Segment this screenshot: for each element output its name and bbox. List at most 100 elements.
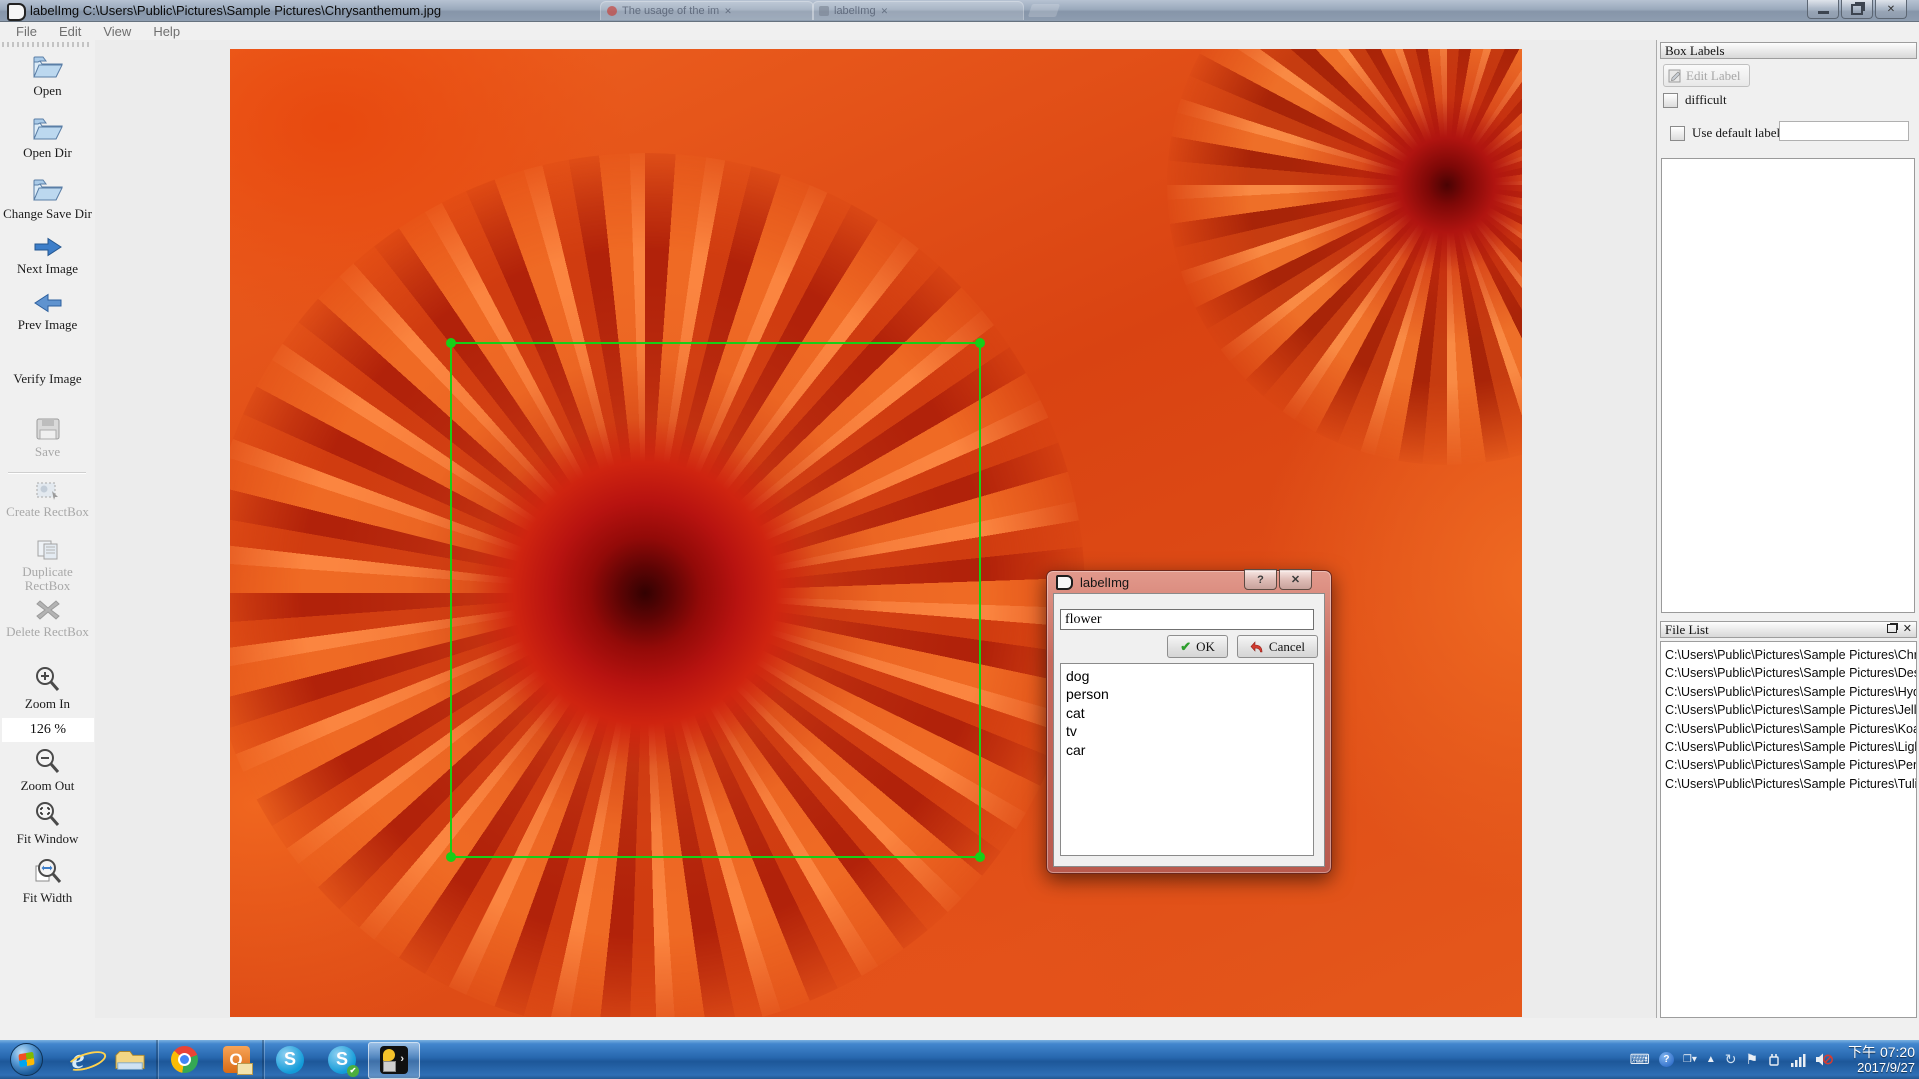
create-rectbox-icon	[0, 481, 95, 501]
chrome-button[interactable]	[158, 1040, 210, 1079]
file-list-item[interactable]: C:\Users\Public\Pictures\Sample Pictures…	[1661, 720, 1916, 738]
clock-date: 2017/9/27	[1848, 1060, 1915, 1076]
panel-float-icon[interactable]	[1887, 624, 1897, 636]
open-button[interactable]: Open	[0, 53, 95, 98]
dialog-close-button[interactable]: ✕	[1279, 569, 1312, 590]
cancel-button[interactable]: Cancel	[1237, 635, 1318, 658]
close-button[interactable]: ✕	[1875, 0, 1907, 19]
skype-online-button[interactable]: S✔	[316, 1040, 368, 1079]
tool-label: Change Save Dir	[0, 207, 95, 221]
ok-button[interactable]: ✔ OK	[1167, 635, 1228, 658]
flower-top-right	[1167, 49, 1522, 465]
restore-icon	[1851, 4, 1863, 15]
file-list-item[interactable]: C:\Users\Public\Pictures\Sample Pictures…	[1661, 646, 1916, 664]
sync-tray-icon[interactable]: ↻	[1725, 1051, 1737, 1068]
verify-image-button[interactable]: Verify Image	[0, 372, 95, 386]
power-plug-icon[interactable]	[1767, 1052, 1781, 1067]
help-tray-icon[interactable]: ?	[1659, 1052, 1674, 1067]
network-signal-icon[interactable]	[1790, 1053, 1806, 1067]
create-rectbox-button[interactable]: Create RectBox	[0, 481, 95, 519]
file-list-item[interactable]: C:\Users\Public\Pictures\Sample Pictures…	[1661, 683, 1916, 701]
keyboard-tray-icon[interactable]: ⌨	[1630, 1051, 1650, 1068]
box-labels-list[interactable]	[1661, 158, 1915, 613]
zoom-out-icon	[0, 748, 95, 775]
next-image-button[interactable]: Next Image	[0, 236, 95, 276]
start-button[interactable]	[0, 1040, 52, 1079]
taskbar: e O S S✔ ›	[0, 1040, 1919, 1079]
fit-width-button[interactable]: Fit Width	[0, 858, 95, 905]
file-list-item[interactable]: C:\Users\Public\Pictures\Sample Pictures…	[1661, 701, 1916, 719]
tab-close-icon[interactable]: ✕	[881, 6, 889, 17]
panel-close-icon[interactable]: ✕	[1903, 624, 1912, 636]
duplicate-icon	[0, 539, 95, 561]
difficult-checkbox[interactable]	[1663, 93, 1678, 108]
labelimg-taskbar-button[interactable]: ›	[368, 1042, 420, 1079]
box-labels-title: Box Labels	[1665, 43, 1725, 59]
restore-button[interactable]	[1841, 0, 1873, 19]
menu-file[interactable]: File	[6, 24, 47, 39]
label-option[interactable]: car	[1066, 741, 1313, 759]
bbox-handle-bottom-left[interactable]	[446, 852, 456, 862]
fit-window-icon	[0, 801, 95, 828]
save-button[interactable]: Save	[0, 417, 95, 459]
volume-muted-icon[interactable]	[1815, 1052, 1833, 1067]
box-labels-panel-header[interactable]: Box Labels	[1660, 42, 1917, 59]
label-option[interactable]: tv	[1066, 722, 1313, 740]
default-label-input[interactable]	[1779, 121, 1909, 141]
outlook-button[interactable]: O	[210, 1040, 262, 1079]
action-center-flag-icon[interactable]: ⚑	[1746, 1051, 1759, 1068]
zoom-in-button[interactable]: Zoom In	[0, 666, 95, 711]
open-dir-button[interactable]: Open Dir	[0, 115, 95, 160]
windows-explorer-button[interactable]	[104, 1040, 156, 1079]
show-hidden-icons-button[interactable]: ▲	[1706, 1054, 1716, 1065]
bbox-handle-top-left[interactable]	[446, 338, 456, 348]
tool-label: Prev Image	[0, 318, 95, 332]
edit-label-text: Edit Label	[1686, 68, 1741, 84]
label-option[interactable]: cat	[1066, 704, 1313, 722]
bbox-handle-bottom-right[interactable]	[975, 852, 985, 862]
label-name-input[interactable]	[1060, 609, 1314, 630]
menu-view[interactable]: View	[93, 24, 141, 39]
prev-image-button[interactable]: Prev Image	[0, 292, 95, 332]
annotation-bounding-box[interactable]	[450, 342, 981, 858]
skype-button[interactable]: S	[264, 1040, 316, 1079]
taskbar-clock[interactable]: 下午 07:20 2017/9/27	[1848, 1044, 1915, 1076]
windows-orb-icon	[10, 1043, 43, 1076]
use-default-label-checkbox[interactable]	[1670, 126, 1685, 141]
change-save-dir-button[interactable]: Change Save Dir	[0, 176, 95, 221]
file-list-item[interactable]: C:\Users\Public\Pictures\Sample Pictures…	[1661, 738, 1916, 756]
edit-label-button[interactable]: Edit Label	[1663, 64, 1750, 87]
file-list-item[interactable]: C:\Users\Public\Pictures\Sample Pictures…	[1661, 756, 1916, 774]
file-list-panel-header[interactable]: File List ✕	[1660, 621, 1917, 638]
tab-close-icon[interactable]: ✕	[724, 6, 732, 17]
file-list-item[interactable]: C:\Users\Public\Pictures\Sample Pictures…	[1661, 664, 1916, 682]
menu-help[interactable]: Help	[143, 24, 190, 39]
internet-explorer-button[interactable]: e	[52, 1040, 104, 1079]
tab-label: The usage of the im	[622, 5, 719, 17]
restore-window-tray-icon[interactable]: ❒▾	[1683, 1054, 1697, 1065]
outlook-icon: O	[223, 1046, 250, 1073]
ok-label: OK	[1196, 639, 1215, 655]
dialog-title: labelImg	[1080, 575, 1129, 590]
delete-rectbox-button[interactable]: Delete RectBox	[0, 599, 95, 639]
use-default-label-row: Use default label	[1670, 125, 1780, 141]
bbox-handle-top-right[interactable]	[975, 338, 985, 348]
label-option[interactable]: person	[1066, 685, 1313, 703]
duplicate-rectbox-button[interactable]: Duplicate RectBox	[0, 539, 95, 593]
tool-label: Next Image	[0, 262, 95, 276]
zoom-out-button[interactable]: Zoom Out	[0, 748, 95, 793]
zoom-level-spinbox[interactable]: 126 %	[2, 718, 94, 742]
file-list-item[interactable]: C:\Users\Public\Pictures\Sample Pictures…	[1661, 775, 1916, 793]
label-option[interactable]: dog	[1066, 667, 1313, 685]
folder-open-icon	[0, 176, 95, 203]
new-tab-button[interactable]	[1028, 4, 1060, 17]
tool-label: Open	[0, 84, 95, 98]
dialog-help-button[interactable]: ?	[1244, 569, 1277, 590]
fit-window-button[interactable]: Fit Window	[0, 801, 95, 846]
background-browser-tab-1[interactable]: The usage of the im ✕	[600, 1, 814, 20]
background-browser-tab-2[interactable]: labelImg ✕	[812, 1, 1024, 20]
menu-edit[interactable]: Edit	[49, 24, 91, 39]
toolbar-drag-handle[interactable]	[2, 42, 92, 47]
minimize-button[interactable]	[1807, 0, 1839, 19]
image-canvas[interactable]	[95, 40, 1656, 1018]
